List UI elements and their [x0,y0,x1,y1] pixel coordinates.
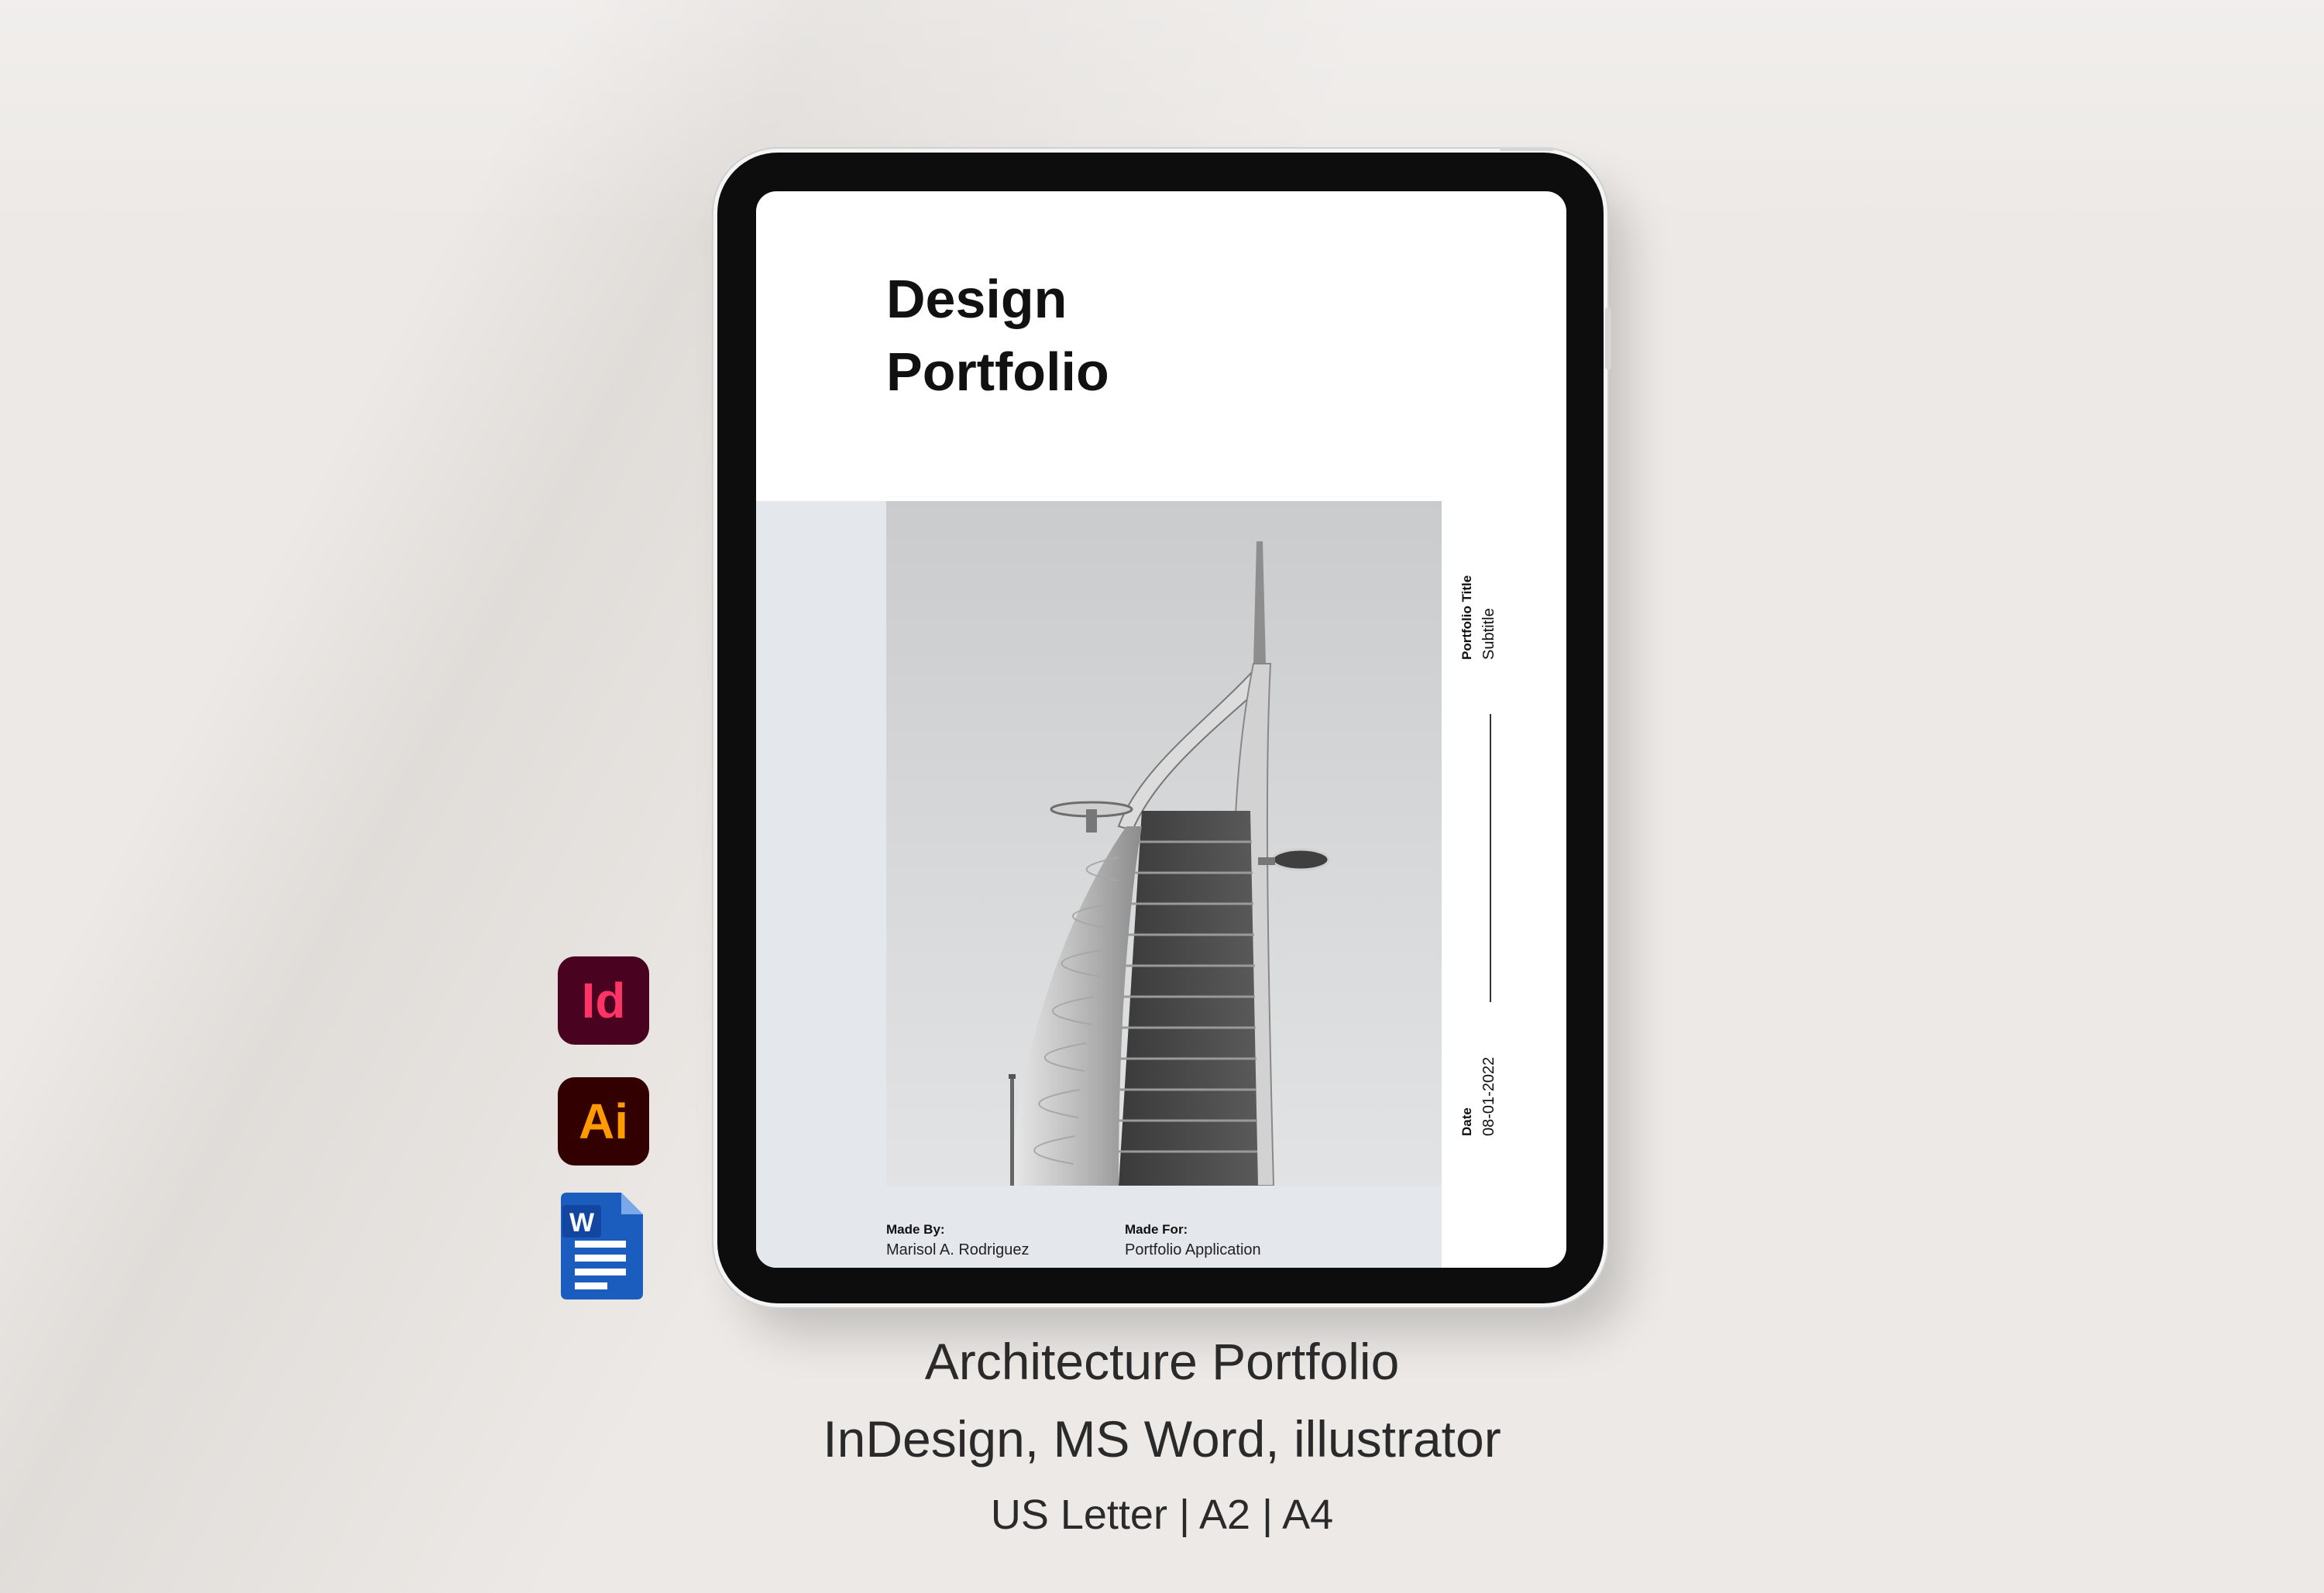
tablet-side-button [1605,307,1611,369]
date-value: 08-01-2022 [1480,1056,1497,1136]
subtitle-label: Subtitle [1480,608,1497,660]
made-by-label: Made By: [886,1222,945,1237]
caption-title: Architecture Portfolio [924,1333,1400,1390]
caption-software: InDesign, MS Word, illustrator [823,1410,1501,1468]
svg-text:W: W [569,1208,595,1238]
word-icon: W [561,1193,643,1299]
illustrator-icon: Ai [558,1077,649,1166]
made-by-value: Marisol A. Rodriguez [886,1241,1030,1258]
caption-sizes: US Letter | A2 | A4 [990,1492,1334,1538]
burj-al-arab-illustration [1009,541,1330,1186]
tablet-screen: Design Portfolio Made By: Marisol A. Rod… [756,191,1566,1268]
portfolio-title-label: Portfolio Title [1459,575,1474,660]
made-for-value: Portfolio Application [1125,1241,1261,1258]
made-for-label: Made For: [1125,1222,1188,1237]
date-label: Date [1459,1107,1474,1136]
vertical-divider [1490,714,1491,1002]
cover-title-line1: Design [886,269,1067,329]
building-photo [886,501,1442,1186]
indesign-icon: Id [558,956,649,1045]
cover-title: Design Portfolio [886,263,1109,408]
cover-title-line2: Portfolio [886,342,1109,402]
tablet-top-button [1500,147,1554,151]
tablet-mockup: Design Portfolio Made By: Marisol A. Rod… [717,147,1611,1303]
